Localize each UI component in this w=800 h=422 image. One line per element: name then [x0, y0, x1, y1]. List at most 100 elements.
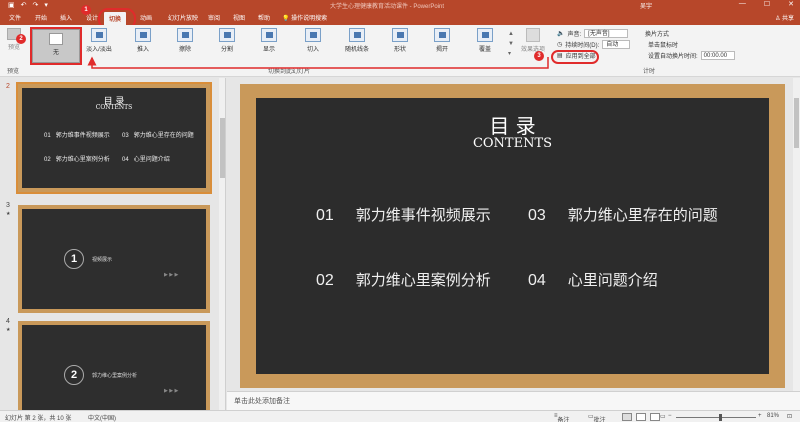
tab-slideshow[interactable]: 幻灯片放映 [168, 13, 198, 22]
contents-item[interactable]: 01 郭力维事件视频展示 [316, 204, 491, 225]
slide-thumbnail-3[interactable]: 1 视频展示 ▶ ▶ ▶ [18, 205, 210, 313]
thumb-label: 郭力维心里案例分析 [92, 373, 138, 379]
window-controls: — ☐ ✕ [739, 0, 794, 8]
preview-group-label: 预览 [7, 69, 20, 75]
auto-advance-option[interactable]: 设置自动换片时间: 00:00.00 [645, 50, 735, 61]
save-icon[interactable]: ▣ [8, 1, 15, 9]
gallery-down-icon[interactable]: ▼ [508, 39, 516, 49]
transition-shape[interactable]: 形状 [383, 28, 417, 53]
slide-subtitle[interactable]: CONTENTS [256, 136, 769, 151]
zoom-out-icon[interactable]: − [668, 413, 672, 419]
transition-cut[interactable]: 切入 [296, 28, 330, 53]
document-title: 大学生心理健康教育活动课件 - PowerPoint [330, 4, 445, 10]
comments-toggle[interactable]: ▭ 批注 [588, 413, 606, 422]
uncover-icon [434, 28, 450, 42]
close-button[interactable]: ✕ [788, 0, 794, 8]
customize-icon[interactable]: ▾ [44, 1, 48, 9]
clock-icon: ◷ [557, 42, 563, 48]
slide-sorter-icon[interactable] [636, 413, 646, 421]
animation-star-icon: ★ [6, 211, 11, 217]
animation-star-icon: ★ [6, 327, 11, 333]
tab-view[interactable]: 视图 [233, 13, 245, 22]
notes-pane[interactable]: 单击此处添加备注 [227, 391, 800, 410]
slide-editor: 目 录 CONTENTS 01 郭力维事件视频展示 03 郭力维心里存在的问题 02… [227, 78, 800, 391]
fit-slide-icon[interactable]: ⊡ [787, 413, 792, 420]
transition-uncover[interactable]: 揭开 [425, 28, 459, 53]
annotation-ring-apply-all [551, 50, 599, 64]
quick-access-toolbar: ▣ ↶ ↷ ▾ [8, 1, 48, 9]
transition-reveal[interactable]: 显示 [252, 28, 286, 53]
auto-advance-time[interactable]: 00:00.00 [700, 51, 735, 60]
thumb-item: 03 郭力维心里存在的问题 [122, 133, 194, 139]
sound-dropdown[interactable]: [无声音] [584, 29, 629, 38]
thumb-arrows: ▶ ▶ ▶ [164, 272, 179, 278]
tab-file[interactable]: 文件 [9, 13, 21, 22]
slide-thumbnail-2[interactable]: 目 录 CONTENTS 01 郭力维事件视频展示 03 郭力维心里存在的问题 … [16, 82, 212, 194]
wipe-icon [177, 28, 193, 42]
switch-mode-title: 换片方式 [645, 32, 670, 38]
user-name[interactable]: 吴宇 [640, 1, 652, 10]
zoom-slider-knob[interactable] [719, 414, 722, 421]
thumb-item: 02 郭力维心里案例分析 [44, 157, 110, 163]
step-badge-1: 1 [81, 5, 91, 15]
gallery-up-icon[interactable]: ▲ [508, 29, 516, 39]
sound-row: 🔈 声音: [无声音] [557, 28, 630, 39]
zoom-in-icon[interactable]: + [758, 413, 762, 419]
tab-insert[interactable]: 插入 [60, 13, 72, 22]
tab-help[interactable]: 帮助 [258, 13, 270, 22]
zoom-slider[interactable] [676, 417, 756, 418]
slide-canvas[interactable]: 目 录 CONTENTS 01 郭力维事件视频展示 03 郭力维心里存在的问题 02… [256, 98, 769, 374]
gallery-more-icon[interactable]: ▾ [508, 49, 516, 59]
thumb-circle: 1 [64, 249, 84, 269]
tab-review[interactable]: 审阅 [208, 13, 220, 22]
annotation-box-none [30, 27, 82, 65]
language-status[interactable]: 中文(中国) [88, 413, 116, 422]
notes-toggle[interactable]: ≡ 备注 [554, 413, 570, 422]
cut-icon [305, 28, 321, 42]
editor-scrollbar[interactable] [793, 78, 800, 391]
redo-icon[interactable]: ↷ [33, 1, 39, 9]
contents-item[interactable]: 02 郭力维心里案例分析 [316, 269, 491, 290]
transition-fade[interactable]: 淡入/淡出 [82, 28, 116, 53]
slide-title[interactable]: 目 录 [256, 110, 769, 139]
step-badge-3: 3 [534, 51, 544, 61]
duration-field[interactable]: 自动 [602, 40, 631, 49]
push-icon [135, 28, 151, 42]
contents-item[interactable]: 03 郭力维心里存在的问题 [528, 204, 718, 225]
transition-random-bars[interactable]: 随机线条 [340, 28, 374, 53]
effect-options-button[interactable]: 效果选项 [520, 28, 546, 53]
timing-group-label: 计时 [643, 69, 656, 75]
tab-animations[interactable]: 动画 [140, 13, 152, 22]
fade-icon [91, 28, 107, 42]
thumb-item: 01 郭力维事件视频展示 [44, 133, 110, 139]
step-badge-2: 2 [16, 34, 26, 44]
slideshow-view-icon[interactable]: ▭ [660, 413, 666, 420]
maximize-button[interactable]: ☐ [764, 0, 770, 8]
slide-number: 4 [6, 318, 10, 325]
sound-icon: 🔈 [557, 31, 565, 37]
normal-view-icon[interactable] [622, 413, 632, 421]
slide-thumbnail-pane: 2 目 录 CONTENTS 01 郭力维事件视频展示 03 郭力维心里存在的问… [0, 78, 226, 410]
thumbnail-scrollbar[interactable] [219, 78, 225, 410]
undo-icon[interactable]: ↶ [21, 1, 27, 9]
tab-home[interactable]: 开始 [35, 13, 47, 22]
scroll-thumb[interactable] [794, 98, 799, 148]
reveal-icon [261, 28, 277, 42]
reading-view-icon[interactable] [650, 413, 660, 421]
tell-me-search[interactable]: 💡 操作说明搜索 [282, 13, 327, 22]
share-button[interactable]: ♙ 共享 [775, 13, 794, 22]
scroll-thumb[interactable] [220, 118, 225, 178]
person-icon: ♙ [774, 16, 782, 22]
transition-wipe[interactable]: 擦除 [168, 28, 202, 53]
transition-split[interactable]: 分割 [210, 28, 244, 53]
effect-options-icon [526, 28, 540, 42]
transition-push[interactable]: 推入 [126, 28, 160, 53]
minimize-button[interactable]: — [739, 0, 746, 8]
on-click-option[interactable]: 单击鼠标时 [645, 39, 735, 50]
thumb-item: 04 心里问题介绍 [122, 157, 170, 163]
transition-cover[interactable]: 覆盖 [468, 28, 502, 53]
slide-thumbnail-4[interactable]: 2 郭力维心里案例分析 ▶ ▶ ▶ [18, 321, 210, 410]
contents-item[interactable]: 04 心里问题介绍 [528, 269, 658, 290]
zoom-level[interactable]: 81% [767, 413, 779, 419]
thumb-subtitle: CONTENTS [95, 104, 133, 111]
